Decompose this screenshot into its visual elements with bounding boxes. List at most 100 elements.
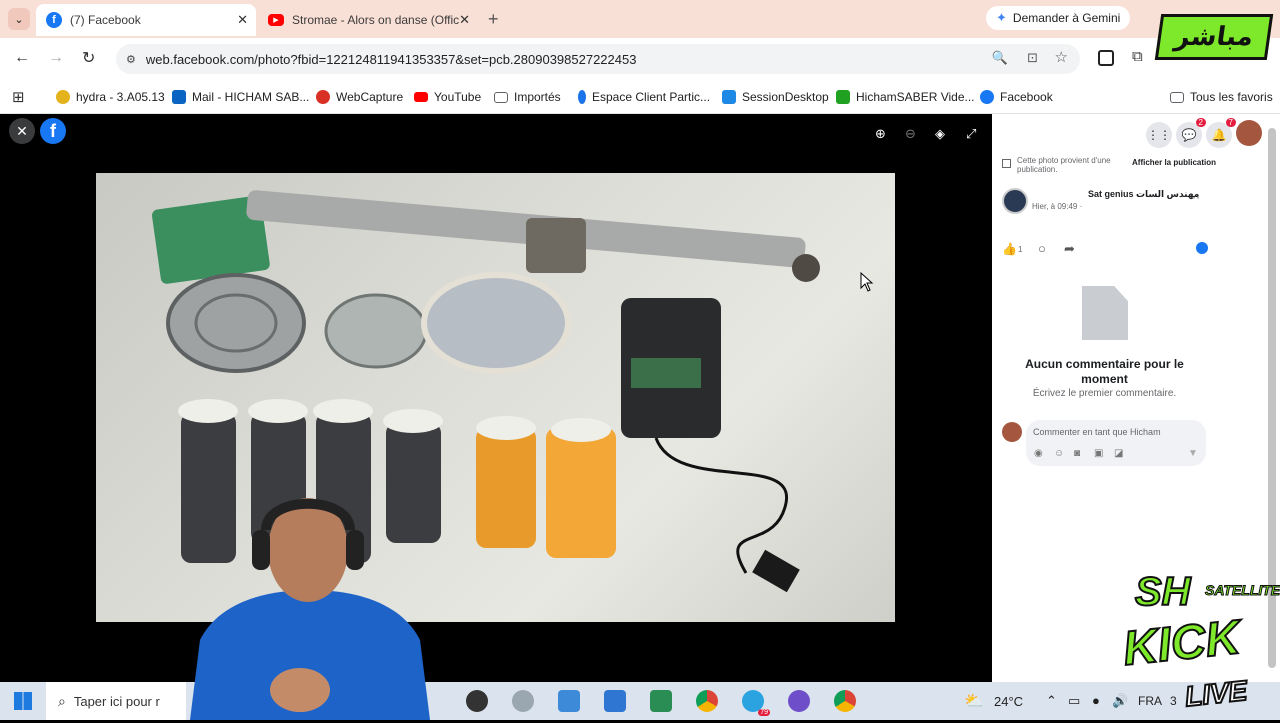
all-favorites[interactable]: Tous les favoris bbox=[1170, 87, 1273, 107]
search-icon: ⌕ bbox=[58, 692, 66, 709]
app-icon-8[interactable] bbox=[788, 690, 810, 712]
facebook-logo[interactable]: f bbox=[40, 118, 66, 144]
new-tab-button[interactable]: + bbox=[488, 9, 499, 30]
bookmark-facebook[interactable]: Facebook bbox=[980, 87, 1053, 107]
app-icon-3[interactable] bbox=[558, 690, 580, 712]
forward-icon[interactable]: → bbox=[48, 49, 64, 67]
windows-start-icon[interactable] bbox=[14, 692, 32, 710]
facebook-icon: f bbox=[46, 12, 62, 28]
calculator-icon[interactable] bbox=[604, 690, 626, 712]
document-icon bbox=[1082, 286, 1128, 340]
chrome-icon-2[interactable] bbox=[834, 690, 856, 712]
weather-icon[interactable]: ⛅ bbox=[964, 691, 984, 711]
bookmark-espace-client[interactable]: Espace Client Partic... bbox=[578, 87, 710, 107]
comment-input[interactable]: Commenter en tant que Hicham bbox=[1033, 427, 1161, 437]
emoji-icon[interactable]: ☺ bbox=[1054, 448, 1064, 459]
reload-icon[interactable]: ↻ bbox=[82, 48, 95, 68]
network-icon[interactable]: ▭ bbox=[1068, 693, 1080, 709]
tab-title: Stromae - Alors on danse (Offic bbox=[292, 13, 460, 27]
comment-icon[interactable]: ○ bbox=[1038, 241, 1046, 256]
bookmark-mail[interactable]: Mail - HICHAM SAB... bbox=[172, 87, 309, 107]
sticker-icon[interactable]: ◪ bbox=[1114, 448, 1123, 459]
app-icon-5[interactable] bbox=[650, 690, 672, 712]
like-count: 1 bbox=[1018, 245, 1023, 254]
bookmark-youtube[interactable]: YouTube bbox=[414, 87, 481, 107]
close-tab-icon[interactable]: ✕ bbox=[237, 12, 248, 28]
author-avatar[interactable] bbox=[1002, 188, 1028, 214]
weather-temp[interactable]: 24°C bbox=[994, 694, 1023, 709]
share-icon[interactable]: ➦ bbox=[1064, 241, 1075, 257]
reaction-icon[interactable] bbox=[1196, 242, 1208, 254]
webcam-overlay bbox=[180, 490, 440, 720]
bookmark-star-icon[interactable]: ☆ bbox=[1055, 48, 1068, 66]
gemini-button[interactable]: ✦ Demander à Gemini bbox=[986, 6, 1131, 30]
comment-box[interactable]: Commenter en tant que Hicham ◉ ☺ ◙ ▣ ◪ ▼ bbox=[1026, 420, 1206, 466]
tab-facebook[interactable]: f (7) Facebook ✕ bbox=[36, 4, 256, 36]
messenger-icon: 💬 bbox=[1181, 128, 1197, 142]
author-name[interactable]: Sat genius مهندس السات bbox=[1088, 189, 1199, 200]
back-icon[interactable]: ← bbox=[14, 49, 30, 67]
like-icon[interactable]: 👍 bbox=[1002, 242, 1017, 256]
telegram-icon[interactable]: 79 bbox=[742, 690, 770, 716]
tag-icon[interactable]: ◈ bbox=[935, 126, 945, 142]
fullscreen-icon[interactable]: ⤢ bbox=[966, 126, 976, 142]
notifications-button[interactable]: 🔔 7 bbox=[1206, 118, 1236, 148]
all-favorites-label: Tous les favoris bbox=[1190, 90, 1273, 104]
taskbar-search-text: Taper ici pour r bbox=[73, 693, 160, 709]
microphone-icon[interactable]: ● bbox=[1092, 693, 1100, 708]
no-comments-subtitle: Écrivez le premier commentaire. bbox=[1032, 388, 1177, 399]
close-tab-icon[interactable]: ✕ bbox=[459, 12, 470, 28]
close-viewer-button[interactable]: ✕ bbox=[9, 118, 35, 144]
zoom-icon[interactable]: 🔍 bbox=[992, 50, 1008, 66]
chrome-icon[interactable] bbox=[696, 690, 718, 712]
bookmark-sessiondesktop[interactable]: SessionDesktop bbox=[722, 87, 829, 107]
folder-icon bbox=[1170, 91, 1184, 103]
bookmark-label: Facebook bbox=[1000, 90, 1053, 104]
taskbar-search[interactable]: ⌕ Taper ici pour r bbox=[46, 682, 186, 720]
bookmark-label: Mail - HICHAM SAB... bbox=[192, 90, 310, 104]
post-time[interactable]: Hier, à 09:49 · bbox=[1032, 202, 1082, 211]
messenger-button[interactable]: 💬 2 bbox=[1176, 118, 1206, 148]
no-comments-title: Aucun commentaire pour le moment bbox=[1025, 357, 1184, 386]
bookmark-webcapture[interactable]: WebCapture bbox=[316, 87, 403, 107]
commenter-avatar bbox=[1002, 422, 1022, 442]
menu-grid-icon[interactable]: ⋮⋮ bbox=[1146, 122, 1172, 148]
brand-sh: SH bbox=[1134, 569, 1192, 615]
app-icon-2[interactable] bbox=[512, 690, 534, 712]
youtube-icon: ▶ bbox=[268, 14, 284, 26]
url-text[interactable]: web.facebook.com/photo?fbid=122124811941… bbox=[146, 52, 637, 67]
gif-icon[interactable]: ▣ bbox=[1094, 448, 1103, 459]
send-icon[interactable]: ▼ bbox=[1188, 448, 1198, 459]
extension-icon[interactable] bbox=[1098, 50, 1114, 66]
bookmark-hichamsaber[interactable]: HichamSABER Vide... bbox=[836, 87, 975, 107]
brand-kick: KICK bbox=[1120, 610, 1244, 677]
tab-search-button[interactable]: ⌄ bbox=[8, 8, 30, 30]
bookmark-label: WebCapture bbox=[336, 90, 404, 104]
site-info-icon[interactable]: ⚙ bbox=[126, 53, 136, 66]
avatar-sticker-icon[interactable]: ◉ bbox=[1034, 448, 1043, 459]
youtube-icon bbox=[414, 92, 428, 102]
camera-icon[interactable]: ◙ bbox=[1074, 448, 1080, 459]
bookmark-importes[interactable]: Importés bbox=[494, 87, 561, 107]
install-icon[interactable]: ⊡ bbox=[1027, 50, 1038, 66]
zoom-out-icon[interactable]: ⊖ bbox=[905, 126, 916, 142]
zoom-in-icon[interactable]: ⊕ bbox=[875, 126, 886, 142]
notice-text: Cette photo provient d'une publication. bbox=[1017, 156, 1111, 174]
bookmark-hydra[interactable]: hydra - 3.A05.13 bbox=[56, 87, 165, 107]
tab-stromae[interactable]: ▶ Stromae - Alors on danse (Offic ✕ bbox=[258, 4, 478, 36]
more-options-icon[interactable]: ··· bbox=[1188, 190, 1200, 204]
gemini-icon: ✦ bbox=[996, 10, 1007, 25]
live-badge-overlay: مباشر bbox=[1154, 14, 1274, 60]
bookmark-label: HichamSABER Vide... bbox=[856, 90, 975, 104]
tray-chevron-icon[interactable]: ⌃ bbox=[1046, 693, 1057, 709]
app-icon-1[interactable] bbox=[466, 690, 488, 712]
apps-grid-icon[interactable]: ⊞ bbox=[12, 88, 25, 106]
profile-avatar[interactable] bbox=[1236, 120, 1262, 146]
channel-logo-overlay: SH SATELLITE KICK LIVE bbox=[1115, 560, 1280, 720]
extensions-puzzle-icon[interactable]: ⧉ bbox=[1132, 48, 1143, 65]
bookmarks-bar: ⊞ hydra - 3.A05.13 Mail - HICHAM SAB... … bbox=[0, 80, 1280, 114]
streamer-silhouette bbox=[190, 498, 430, 720]
show-post-link[interactable]: Afficher la publication bbox=[1132, 158, 1216, 167]
brand-satellite: SATELLITE bbox=[1204, 582, 1280, 599]
address-bar[interactable]: ⚙ web.facebook.com/photo?fbid=1221248119… bbox=[116, 44, 1080, 74]
